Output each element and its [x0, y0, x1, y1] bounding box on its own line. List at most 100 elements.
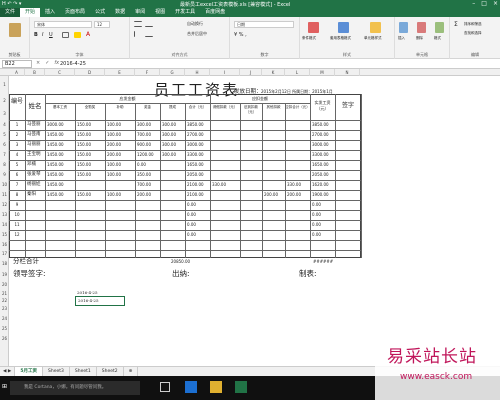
row-header[interactable]: 25	[0, 324, 9, 334]
row-header[interactable]: 19	[0, 270, 9, 280]
sheet-tab-sheet3[interactable]: Sheet3	[43, 367, 70, 376]
conditional-format-button[interactable]: 条件格式	[302, 36, 316, 41]
file-explorer-icon[interactable]	[210, 381, 222, 393]
cortana-search[interactable]: 我是 Cortana，小娜。有问题尽管问我。	[10, 381, 140, 395]
font-name-select[interactable]: 宋体	[34, 21, 92, 28]
row-header[interactable]: 22	[0, 297, 9, 304]
tab-developer[interactable]: 开发工具	[170, 8, 200, 17]
number-format-select[interactable]: 日期	[234, 21, 294, 28]
fill-color-icon[interactable]	[74, 32, 81, 38]
delete-cells-icon[interactable]	[417, 22, 426, 33]
quick-access-toolbar[interactable]: H ↶ ↷ ▾	[2, 1, 21, 7]
worksheet-grid[interactable]: 员工工资表 发放日期： 2015年2月12日 所属日期：2015年1月 编号 姓名…	[9, 76, 500, 366]
column-header[interactable]: B	[25, 69, 45, 76]
row-header[interactable]: 18	[0, 258, 9, 270]
tab-review[interactable]: 审阅	[130, 8, 150, 17]
sheet-tab-sheet2[interactable]: Sheet2	[97, 367, 124, 376]
font-color-icon[interactable]: A	[86, 31, 90, 38]
excel-icon[interactable]	[235, 381, 247, 393]
row-header[interactable]: 21	[0, 290, 9, 297]
confirm-icon[interactable]: ✓	[45, 60, 49, 66]
bold-icon[interactable]: B	[34, 32, 38, 38]
row-header[interactable]: 15	[0, 230, 9, 240]
currency-icon[interactable]: ¥ % ,	[234, 32, 247, 38]
tab-file[interactable]: 文件	[0, 8, 21, 17]
underline-icon[interactable]: U	[49, 32, 53, 38]
column-header[interactable]: C	[45, 69, 75, 76]
row-header[interactable]: 24	[0, 314, 9, 324]
name-box[interactable]: B22	[2, 60, 32, 68]
maximize-icon[interactable]: □	[481, 0, 487, 7]
column-header[interactable]: N	[335, 69, 360, 76]
autosum-icon[interactable]: Σ	[454, 21, 458, 28]
column-header[interactable]: F	[135, 69, 160, 76]
sheet-tab-sheet1[interactable]: Sheet1	[70, 367, 97, 376]
column-header[interactable]: G	[160, 69, 185, 76]
row-header[interactable]: 9	[0, 170, 9, 180]
selected-cell[interactable]: 2016-4-25	[75, 296, 125, 306]
column-header[interactable]: A	[9, 69, 25, 76]
row-header[interactable]: 11	[0, 190, 9, 200]
cancel-icon[interactable]: ×	[36, 60, 40, 66]
insert-button[interactable]: 插入	[398, 36, 405, 41]
row-header[interactable]: 17	[0, 250, 9, 258]
tab-home[interactable]: 开始	[20, 8, 41, 17]
close-icon[interactable]: ×	[493, 0, 498, 7]
row-header[interactable]: 2	[0, 94, 9, 108]
tab-view[interactable]: 视图	[150, 8, 170, 17]
insert-cells-icon[interactable]	[399, 22, 408, 33]
format-button[interactable]: 格式	[434, 36, 441, 41]
row-header[interactable]: 23	[0, 304, 9, 314]
column-header[interactable]: D	[75, 69, 105, 76]
find-select-button[interactable]: 查找和选择	[464, 31, 482, 36]
column-header[interactable]: M	[310, 69, 335, 76]
add-sheet-icon[interactable]: ⊕	[124, 367, 139, 376]
task-view-icon[interactable]	[160, 382, 170, 392]
fx-icon[interactable]: fx	[54, 60, 59, 66]
row-header[interactable]: 7	[0, 150, 9, 160]
row-header[interactable]: 13	[0, 210, 9, 220]
tab-insert[interactable]: 插入	[40, 8, 60, 17]
row-header[interactable]: 8	[0, 160, 9, 170]
row-header[interactable]: 5	[0, 130, 9, 140]
tab-formulas[interactable]: 公式	[90, 8, 110, 17]
tab-scroll-icon[interactable]: ◀ ▶	[0, 367, 16, 376]
row-header[interactable]: 4	[0, 120, 9, 130]
cell-style-button[interactable]: 单元格样式	[364, 36, 382, 41]
row-header[interactable]: 10	[0, 180, 9, 190]
row-header[interactable]: 14	[0, 220, 9, 230]
table-format-button[interactable]: 套用表格格式	[330, 36, 351, 41]
column-header[interactable]: K	[262, 69, 285, 76]
conditional-format-icon[interactable]	[308, 22, 319, 33]
row-header[interactable]: 26	[0, 334, 9, 344]
align-top-icon[interactable]	[134, 21, 142, 27]
wrap-text-button[interactable]: 自动换行	[185, 21, 227, 28]
row-header[interactable]: 3	[0, 108, 9, 120]
delete-button[interactable]: 删除	[416, 36, 423, 41]
paste-icon[interactable]	[9, 23, 21, 37]
merge-center-button[interactable]: 合并后居中	[185, 31, 227, 38]
row-header[interactable]: 6	[0, 140, 9, 150]
column-header[interactable]: H	[185, 69, 210, 76]
windows-start-icon[interactable]: ⊞	[2, 383, 8, 392]
column-header[interactable]: I	[210, 69, 240, 76]
sheet-tab-may-salary[interactable]: 5月工资	[15, 367, 43, 376]
align-center-icon[interactable]	[145, 31, 153, 37]
row-header[interactable]: 12	[0, 200, 9, 210]
tab-page-layout[interactable]: 页面布局	[60, 8, 90, 17]
cell-style-icon[interactable]	[370, 22, 381, 33]
align-left-icon[interactable]	[134, 31, 142, 37]
column-header[interactable]: J	[240, 69, 262, 76]
format-cells-icon[interactable]	[435, 22, 444, 33]
minimize-icon[interactable]: –	[472, 0, 475, 7]
font-size-select[interactable]: 12	[94, 21, 110, 28]
sort-filter-button[interactable]: 排序和筛选	[464, 22, 482, 27]
formula-input[interactable]: 2016-4-25	[60, 60, 86, 68]
align-middle-icon[interactable]	[145, 21, 153, 27]
tab-data[interactable]: 数据	[110, 8, 130, 17]
column-header[interactable]: L	[285, 69, 310, 76]
table-format-icon[interactable]	[338, 22, 349, 33]
border-icon[interactable]	[62, 32, 69, 38]
row-header[interactable]: 16	[0, 240, 9, 250]
italic-icon[interactable]: I	[42, 32, 43, 38]
